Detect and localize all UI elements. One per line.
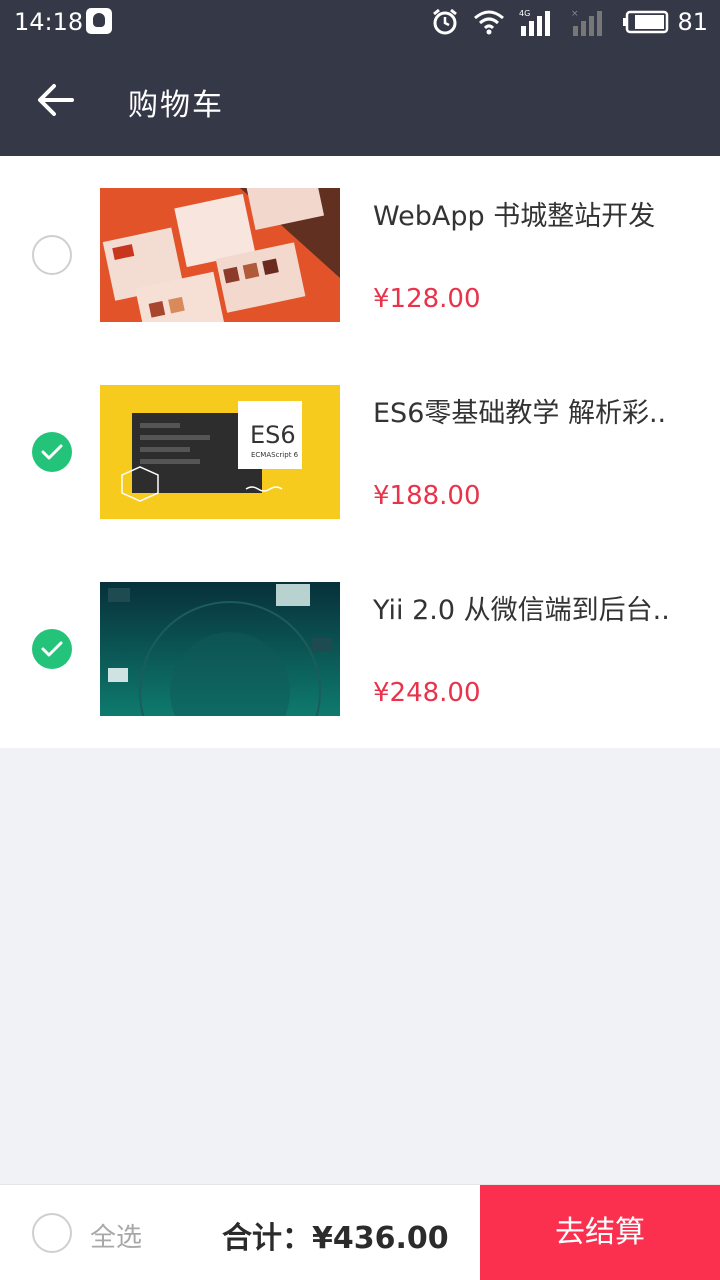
- item-title: WebApp 书城整站开发: [373, 201, 656, 232]
- status-time: 14:18: [14, 8, 84, 36]
- alarm-icon: [433, 8, 458, 35]
- cart-item[interactable]: Yii 2.0 从微信端到后台.. ¥248.00: [0, 550, 720, 747]
- thumb-subtext: ECMAScript 6: [251, 451, 299, 459]
- item-title: Yii 2.0 从微信端到后台..: [373, 595, 670, 626]
- network-type: 4G: [519, 9, 530, 18]
- svg-text:×: ×: [571, 9, 579, 19]
- battery-level: 81: [677, 8, 708, 36]
- check-icon: [41, 444, 63, 460]
- total-amount: 合计：¥436.00: [222, 1221, 449, 1256]
- check-icon: [41, 641, 63, 657]
- cart-list: WebApp 书城整站开发 ¥128.00 ES6 ECMAScript 6 E…: [0, 156, 720, 748]
- item-checkbox[interactable]: [32, 629, 72, 669]
- checkout-button[interactable]: 去结算: [480, 1185, 720, 1280]
- item-price: ¥188.00: [373, 481, 481, 511]
- item-price: ¥248.00: [373, 678, 481, 708]
- app-header: 14:18 4G × 81 购物车: [0, 0, 720, 156]
- page-title: 购物车: [128, 88, 224, 123]
- item-checkbox[interactable]: [32, 235, 72, 275]
- thumb-text: ES6: [250, 421, 296, 449]
- select-all-label[interactable]: 全选: [90, 1217, 142, 1254]
- course-thumbnail: ES6 ECMAScript 6: [100, 385, 340, 519]
- arrow-left-icon[interactable]: [36, 80, 76, 120]
- signal-icon: 4G: [519, 9, 551, 36]
- item-checkbox[interactable]: [32, 432, 72, 472]
- cart-item[interactable]: WebApp 书城整站开发 ¥128.00: [0, 156, 720, 353]
- cart-item[interactable]: ES6 ECMAScript 6 ES6零基础教学 解析彩.. ¥188.00: [0, 353, 720, 550]
- nav-bar: 购物车: [0, 44, 720, 156]
- item-title: ES6零基础教学 解析彩..: [373, 398, 667, 429]
- signal-empty-icon: ×: [571, 9, 603, 36]
- battery-icon: [623, 10, 669, 34]
- course-thumbnail: [100, 188, 340, 322]
- qq-icon: [86, 8, 112, 34]
- wifi-icon: [474, 10, 505, 35]
- course-thumbnail: [100, 582, 340, 716]
- select-all-checkbox[interactable]: [32, 1213, 72, 1253]
- cart-footer: 全选 合计：¥436.00 去结算: [0, 1184, 720, 1280]
- item-price: ¥128.00: [373, 284, 481, 314]
- status-bar: 14:18 4G × 81: [0, 0, 720, 44]
- status-icons: 4G × 81: [431, 6, 708, 38]
